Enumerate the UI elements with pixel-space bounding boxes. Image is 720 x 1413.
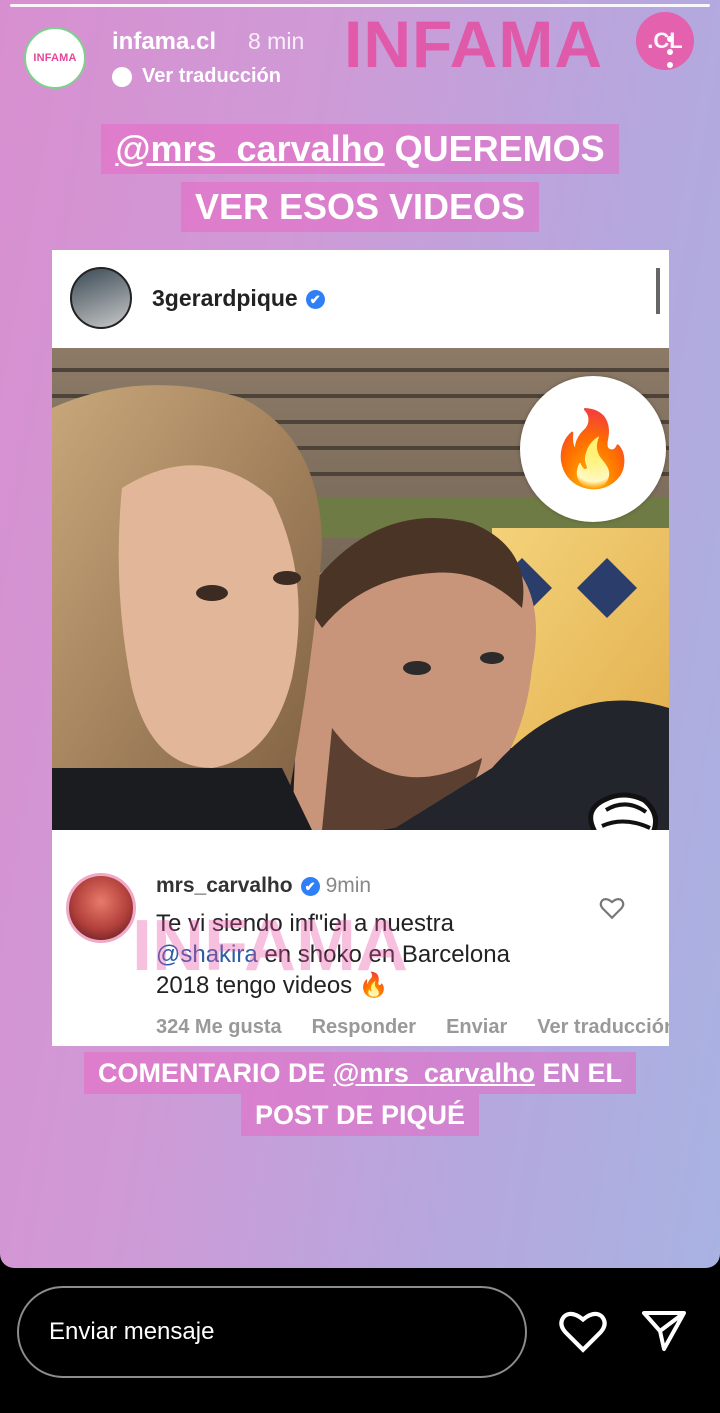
comment-author: mrs_carvalho ✔ 9min xyxy=(156,874,371,898)
avatar-logo-text: INFAMA xyxy=(33,52,77,64)
comment-send: Enviar xyxy=(446,1016,508,1038)
post-header: 3gerardpique ✔ xyxy=(52,250,669,348)
translate-icon xyxy=(112,66,132,87)
caption-bottom-prefix: COMENTARIO DE xyxy=(98,1058,334,1088)
post-photo: 🔥 xyxy=(52,348,669,830)
caption-top-line-2: VER ESOS VIDEOS xyxy=(0,182,720,232)
post-author-username: 3gerardpique xyxy=(152,285,298,311)
translate-link[interactable]: Ver traducción xyxy=(112,65,281,88)
comment-verified-badge-icon: ✔ xyxy=(300,876,320,896)
brand-badge: .CL xyxy=(636,12,694,70)
infama-watermark: INFAMA xyxy=(132,906,408,986)
story-time: 8 min xyxy=(248,28,305,54)
caption-mention[interactable]: @mrs_carvalho xyxy=(115,128,384,169)
post-scrollbar xyxy=(656,268,660,314)
embedded-post-screenshot: 3gerardpique ✔ 🔥 mrs_carvalho ✔ 9min Te … xyxy=(52,250,669,1046)
more-options-icon[interactable] xyxy=(666,36,674,68)
caption-top-line-1: @mrs_carvalho QUEREMOS xyxy=(0,124,720,174)
story-reply-bar: Enviar mensaje xyxy=(0,1268,720,1413)
comment-meta: 324 Me gusta Responder Enviar Ver traducció… xyxy=(156,1016,669,1039)
caption-text: QUEREMOS xyxy=(384,128,605,169)
comment-see-translation: Ver traducción xyxy=(537,1016,669,1038)
fire-sticker: 🔥 xyxy=(520,376,666,522)
caption-bottom-line-2: POST DE PIQUÉ xyxy=(0,1094,720,1136)
heart-outline-icon[interactable] xyxy=(558,1308,608,1359)
brand-watermark: INFAMA xyxy=(344,7,603,81)
account-avatar[interactable]: INFAMA xyxy=(24,27,86,89)
caption-bottom-suffix: EN EL xyxy=(534,1058,622,1088)
fire-emoji-icon: 🔥 xyxy=(546,406,640,490)
comment-username: mrs_carvalho xyxy=(156,874,293,897)
verified-badge-icon: ✔ xyxy=(305,290,325,310)
story-frame[interactable]: INFAMA infama.cl 8 min Ver traducción IN… xyxy=(0,0,720,1268)
comment-like-heart-icon xyxy=(599,896,625,925)
caption-bottom-mention[interactable]: @mrs_carvalho xyxy=(333,1058,535,1088)
comment-reply: Responder xyxy=(311,1016,417,1038)
comment-time: 9min xyxy=(325,874,372,897)
post-author-name: 3gerardpique ✔ xyxy=(152,285,325,312)
comment-likes: 324 Me gusta xyxy=(156,1016,282,1038)
caption-bottom-text: POST DE PIQUÉ xyxy=(240,1094,480,1136)
comment-author-avatar xyxy=(66,873,136,943)
caption-text-2: VER ESOS VIDEOS xyxy=(180,182,540,232)
caption-bottom-line-1: COMENTARIO DE @mrs_carvalho EN EL xyxy=(0,1052,720,1094)
message-input[interactable]: Enviar mensaje xyxy=(17,1286,527,1378)
translate-label: Ver traducción xyxy=(142,65,281,87)
account-username[interactable]: infama.cl xyxy=(112,28,216,56)
post-author-avatar xyxy=(70,267,132,329)
paper-plane-icon[interactable] xyxy=(640,1308,688,1359)
